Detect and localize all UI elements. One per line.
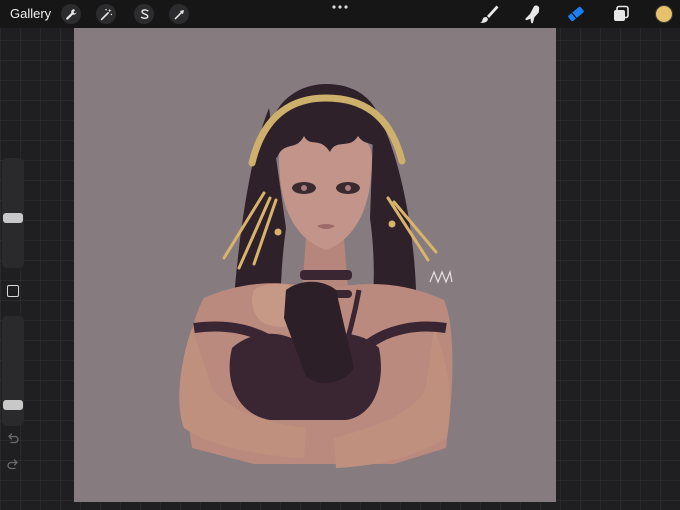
artwork-illustration: [74, 28, 556, 502]
brush-size-thumb[interactable]: [3, 212, 23, 223]
opacity-slider[interactable]: [2, 316, 24, 426]
wrench-icon: [65, 8, 77, 20]
adjustments-button[interactable]: [96, 4, 116, 24]
modify-square-icon[interactable]: [7, 285, 19, 297]
layers-icon[interactable]: [610, 3, 632, 25]
selection-s-icon: [140, 8, 148, 19]
undo-arrow-icon[interactable]: [6, 432, 20, 446]
transform-button[interactable]: [169, 4, 189, 24]
selection-button[interactable]: [134, 4, 154, 24]
redo-arrow-icon[interactable]: [6, 458, 20, 472]
arrow-cursor-icon: [174, 9, 184, 19]
brush-icon[interactable]: [478, 3, 500, 25]
more-options-icon[interactable]: [331, 2, 349, 12]
eraser-icon[interactable]: [565, 3, 587, 25]
left-sidebar: [0, 156, 26, 486]
magic-wand-icon: [100, 8, 112, 20]
opacity-thumb[interactable]: [3, 400, 23, 411]
smudge-finger-icon[interactable]: [521, 3, 543, 25]
drawing-canvas[interactable]: [74, 28, 556, 502]
brush-size-slider[interactable]: [2, 158, 24, 268]
top-toolbar: Gallery: [0, 0, 680, 28]
color-picker-swatch[interactable]: [655, 5, 673, 23]
gallery-button[interactable]: Gallery: [10, 6, 51, 21]
actions-button[interactable]: [61, 4, 81, 24]
